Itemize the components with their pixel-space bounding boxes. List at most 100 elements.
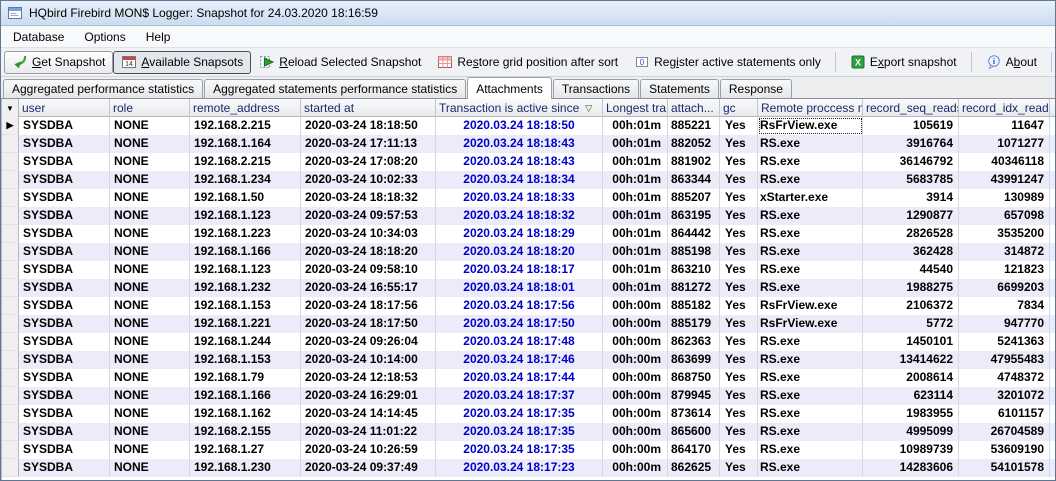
grid-cell[interactable]: 885179	[668, 315, 720, 333]
grid-cell[interactable]: 192.168.1.230	[190, 459, 301, 477]
grid-cell[interactable]: 192.168.2.215	[190, 117, 301, 135]
column-header-role[interactable]: role	[110, 99, 190, 117]
column-header-started_at[interactable]: started at	[301, 99, 436, 117]
grid-cell[interactable]: 2008614	[863, 369, 959, 387]
grid-cell[interactable]: NONE	[110, 171, 190, 189]
grid-cell[interactable]: RS.exe	[758, 261, 863, 279]
grid-cell[interactable]: Yes	[720, 333, 758, 351]
grid-cell[interactable]: Yes	[720, 225, 758, 243]
grid-cell[interactable]: 192.168.1.232	[190, 279, 301, 297]
grid-cell[interactable]: 192.168.1.123	[190, 207, 301, 225]
grid-cell[interactable]: RS.exe	[758, 207, 863, 225]
grid-cell[interactable]: 1290877	[863, 207, 959, 225]
grid-cell[interactable]: 2020.03.24 18:18:43	[436, 153, 603, 171]
grid-cell[interactable]: NONE	[110, 135, 190, 153]
grid-cell[interactable]: SYSDBA	[19, 243, 110, 261]
grid-cell[interactable]: 00h:01m	[603, 153, 668, 171]
grid-cell[interactable]: SYSDBA	[19, 441, 110, 459]
column-header-process[interactable]: Remote proccess name	[758, 99, 863, 117]
grid-cell[interactable]: 2020-03-24 16:29:01	[301, 387, 436, 405]
grid-cell[interactable]: SYSDBA	[19, 315, 110, 333]
grid-cell[interactable]: Yes	[720, 405, 758, 423]
grid-cell[interactable]: 4995099	[863, 423, 959, 441]
grid-cell[interactable]: SYSDBA	[19, 369, 110, 387]
grid-cell[interactable]: 192.168.2.215	[190, 153, 301, 171]
grid-cell[interactable]: 2020-03-24 09:58:10	[301, 261, 436, 279]
row-indicator[interactable]	[2, 315, 19, 333]
grid-cell[interactable]: Yes	[720, 189, 758, 207]
grid-cell[interactable]: Yes	[720, 387, 758, 405]
reload-selected-snapshot-button[interactable]: Reload Selected Snapshot	[251, 51, 429, 74]
grid-cell[interactable]: 879945	[668, 387, 720, 405]
grid-cell[interactable]: 885182	[668, 297, 720, 315]
grid-cell[interactable]: 00h:00m	[603, 423, 668, 441]
tab-aggregated-statements-performance-statistics[interactable]: Aggregated statements performance statis…	[204, 79, 466, 98]
column-header-gc[interactable]: gc	[720, 99, 758, 117]
grid-cell[interactable]: 2020-03-24 11:01:22	[301, 423, 436, 441]
grid-cell[interactable]: 192.168.1.223	[190, 225, 301, 243]
grid-cell[interactable]: Yes	[720, 171, 758, 189]
grid-cell[interactable]: Yes	[720, 423, 758, 441]
get-snapshot-button[interactable]: Get Snapshot	[4, 51, 113, 74]
grid-cell[interactable]: 885198	[668, 243, 720, 261]
grid-cell[interactable]: 47955483	[959, 351, 1050, 369]
grid-cell[interactable]: 2020.03.24 18:17:48	[436, 333, 603, 351]
grid-cell[interactable]: 882052	[668, 135, 720, 153]
row-indicator[interactable]	[2, 189, 19, 207]
grid-cell[interactable]: Yes	[720, 279, 758, 297]
grid-cell[interactable]: 314872	[959, 243, 1050, 261]
grid-cell[interactable]: Yes	[720, 243, 758, 261]
grid-cell[interactable]: NONE	[110, 423, 190, 441]
grid-cell[interactable]: 192.168.1.234	[190, 171, 301, 189]
row-indicator[interactable]	[2, 351, 19, 369]
filter-dropdown-icon[interactable]: ▼	[6, 100, 14, 117]
grid-cell[interactable]: NONE	[110, 279, 190, 297]
grid-cell[interactable]: 881272	[668, 279, 720, 297]
row-indicator[interactable]	[2, 387, 19, 405]
row-indicator[interactable]	[2, 171, 19, 189]
grid-cell[interactable]: NONE	[110, 405, 190, 423]
row-indicator[interactable]	[2, 261, 19, 279]
grid-cell[interactable]: 2020-03-24 12:18:53	[301, 369, 436, 387]
grid-cell[interactable]: 885207	[668, 189, 720, 207]
grid-cell[interactable]: 3914	[863, 189, 959, 207]
grid-cell[interactable]: 54101578	[959, 459, 1050, 477]
grid-cell[interactable]: RS.exe	[758, 135, 863, 153]
grid-cell[interactable]: 00h:00m	[603, 387, 668, 405]
column-header-longest_tra[interactable]: Longest tra...	[603, 99, 668, 117]
row-indicator[interactable]	[2, 279, 19, 297]
grid-cell[interactable]: 13414622	[863, 351, 959, 369]
tab-response[interactable]: Response	[720, 79, 792, 98]
grid-cell[interactable]: 862625	[668, 459, 720, 477]
grid-cell[interactable]: SYSDBA	[19, 135, 110, 153]
grid-cell[interactable]: 2020.03.24 18:17:44	[436, 369, 603, 387]
tab-statements[interactable]: Statements	[640, 79, 719, 98]
grid-cell[interactable]: 2020.03.24 18:18:43	[436, 135, 603, 153]
grid-cell[interactable]: 2020-03-24 18:18:50	[301, 117, 436, 135]
grid-cell[interactable]: 4748372	[959, 369, 1050, 387]
grid-cell[interactable]: NONE	[110, 153, 190, 171]
grid-cell[interactable]: 00h:01m	[603, 171, 668, 189]
grid-cell[interactable]: 192.168.1.153	[190, 351, 301, 369]
grid-cell[interactable]: 7834	[959, 297, 1050, 315]
grid-cell[interactable]: 121823	[959, 261, 1050, 279]
grid-cell[interactable]: 192.168.1.50	[190, 189, 301, 207]
grid-cell[interactable]: 2020-03-24 10:02:33	[301, 171, 436, 189]
grid-cell[interactable]: 2020.03.24 18:18:50	[436, 117, 603, 135]
grid-cell[interactable]: NONE	[110, 297, 190, 315]
grid-cell[interactable]: 2020-03-24 10:14:00	[301, 351, 436, 369]
grid-cell[interactable]: 192.168.1.153	[190, 297, 301, 315]
filter-header-cell[interactable]: ▼	[2, 99, 19, 117]
menu-item-help[interactable]: Help	[136, 28, 181, 46]
grid-cell[interactable]: 863699	[668, 351, 720, 369]
grid-cell[interactable]: 2020.03.24 18:17:35	[436, 405, 603, 423]
grid-cell[interactable]: 192.168.1.166	[190, 387, 301, 405]
grid-cell[interactable]: NONE	[110, 441, 190, 459]
grid-cell[interactable]: 862363	[668, 333, 720, 351]
grid-cell[interactable]: 43991247	[959, 171, 1050, 189]
grid-cell[interactable]: 2020.03.24 18:17:56	[436, 297, 603, 315]
row-indicator[interactable]	[2, 405, 19, 423]
column-header-stub[interactable]	[1050, 99, 1055, 117]
about-button[interactable]: iAbout	[978, 51, 1045, 74]
grid-cell[interactable]: 44540	[863, 261, 959, 279]
